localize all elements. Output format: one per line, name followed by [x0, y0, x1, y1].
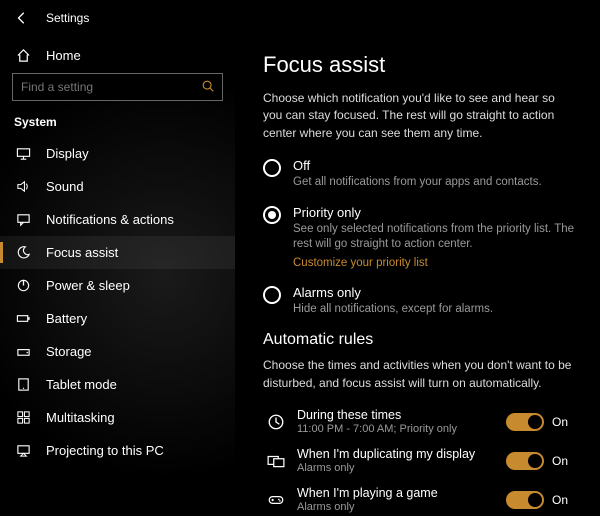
toggle-state: On [552, 454, 568, 468]
rule-sub: Alarms only [297, 501, 506, 513]
radio-title: Alarms only [293, 285, 493, 300]
sidebar-item-power[interactable]: Power & sleep [0, 269, 235, 302]
rule-sub: Alarms only [297, 462, 506, 474]
toggle-state: On [552, 415, 568, 429]
radio-off[interactable]: Off Get all notifications from your apps… [263, 158, 576, 191]
section-label: System [0, 113, 235, 137]
radio-alarms-only[interactable]: Alarms only Hide all notifications, exce… [263, 285, 576, 318]
power-icon [14, 278, 32, 293]
sidebar-item-multitasking[interactable]: Multitasking [0, 401, 235, 434]
back-icon[interactable] [12, 11, 32, 25]
project-icon [14, 443, 32, 458]
radio-sub: See only selected notifications from the… [293, 222, 576, 253]
dual-screen-icon [263, 452, 289, 470]
display-icon [14, 146, 32, 161]
page-title: Focus assist [263, 52, 576, 78]
radio-title: Off [293, 158, 542, 173]
clock-icon [263, 413, 289, 431]
customize-priority-link[interactable]: Customize your priority list [293, 257, 428, 269]
gamepad-icon [263, 491, 289, 509]
multitask-icon [14, 410, 32, 425]
radio-sub: Get all notifications from your apps and… [293, 175, 542, 191]
toggle-switch[interactable] [506, 452, 544, 470]
auto-rules-title: Automatic rules [263, 331, 576, 349]
sidebar-item-label: Storage [46, 344, 92, 359]
rule-during-times[interactable]: During these times 11:00 PM - 7:00 AM; P… [263, 402, 576, 441]
sidebar-item-label: Display [46, 146, 89, 161]
sidebar-item-label: Multitasking [46, 410, 115, 425]
rule-title: When I'm duplicating my display [297, 447, 506, 461]
page-description: Choose which notification you'd like to … [263, 90, 576, 142]
radio-priority-only[interactable]: Priority only See only selected notifica… [263, 205, 576, 271]
sidebar-item-notifications[interactable]: Notifications & actions [0, 203, 235, 236]
toggle-switch[interactable] [506, 491, 544, 509]
battery-icon [14, 311, 32, 326]
radio-sub: Hide all notifications, except for alarm… [293, 302, 493, 318]
sidebar-item-battery[interactable]: Battery [0, 302, 235, 335]
rule-title: When I'm playing a game [297, 486, 506, 500]
home-label: Home [46, 48, 81, 63]
storage-icon [14, 344, 32, 359]
search-input[interactable] [12, 73, 223, 101]
rule-duplicating-display[interactable]: When I'm duplicating my display Alarms o… [263, 441, 576, 480]
rule-sub: 11:00 PM - 7:00 AM; Priority only [297, 423, 506, 435]
sidebar-item-label: Notifications & actions [46, 212, 174, 227]
toggle-switch[interactable] [506, 413, 544, 431]
tablet-icon [14, 377, 32, 392]
radio-title: Priority only [293, 205, 576, 220]
sidebar-item-label: Sound [46, 179, 84, 194]
toggle-state: On [552, 493, 568, 507]
sidebar-item-tablet[interactable]: Tablet mode [0, 368, 235, 401]
rule-playing-game[interactable]: When I'm playing a game Alarms only On [263, 480, 576, 516]
home-button[interactable]: Home [0, 42, 235, 73]
sidebar-item-label: Power & sleep [46, 278, 130, 293]
window-title: Settings [46, 11, 89, 25]
sound-icon [14, 179, 32, 194]
sidebar-item-label: Battery [46, 311, 87, 326]
sidebar-item-storage[interactable]: Storage [0, 335, 235, 368]
home-icon [14, 48, 32, 63]
sidebar-item-display[interactable]: Display [0, 137, 235, 170]
auto-rules-desc: Choose the times and activities when you… [263, 357, 576, 392]
sidebar-item-sound[interactable]: Sound [0, 170, 235, 203]
sidebar-item-focus-assist[interactable]: Focus assist [0, 236, 235, 269]
sidebar-item-label: Projecting to this PC [46, 443, 164, 458]
radio-icon [263, 286, 281, 304]
moon-icon [14, 245, 32, 260]
sidebar: Home System Display Sound Notification [0, 36, 235, 516]
content-pane: Focus assist Choose which notification y… [235, 36, 600, 516]
sidebar-item-projecting[interactable]: Projecting to this PC [0, 434, 235, 467]
sidebar-item-label: Focus assist [46, 245, 118, 260]
chat-icon [14, 212, 32, 227]
sidebar-item-label: Tablet mode [46, 377, 117, 392]
radio-icon [263, 159, 281, 177]
radio-icon [263, 206, 281, 224]
rule-title: During these times [297, 408, 506, 422]
